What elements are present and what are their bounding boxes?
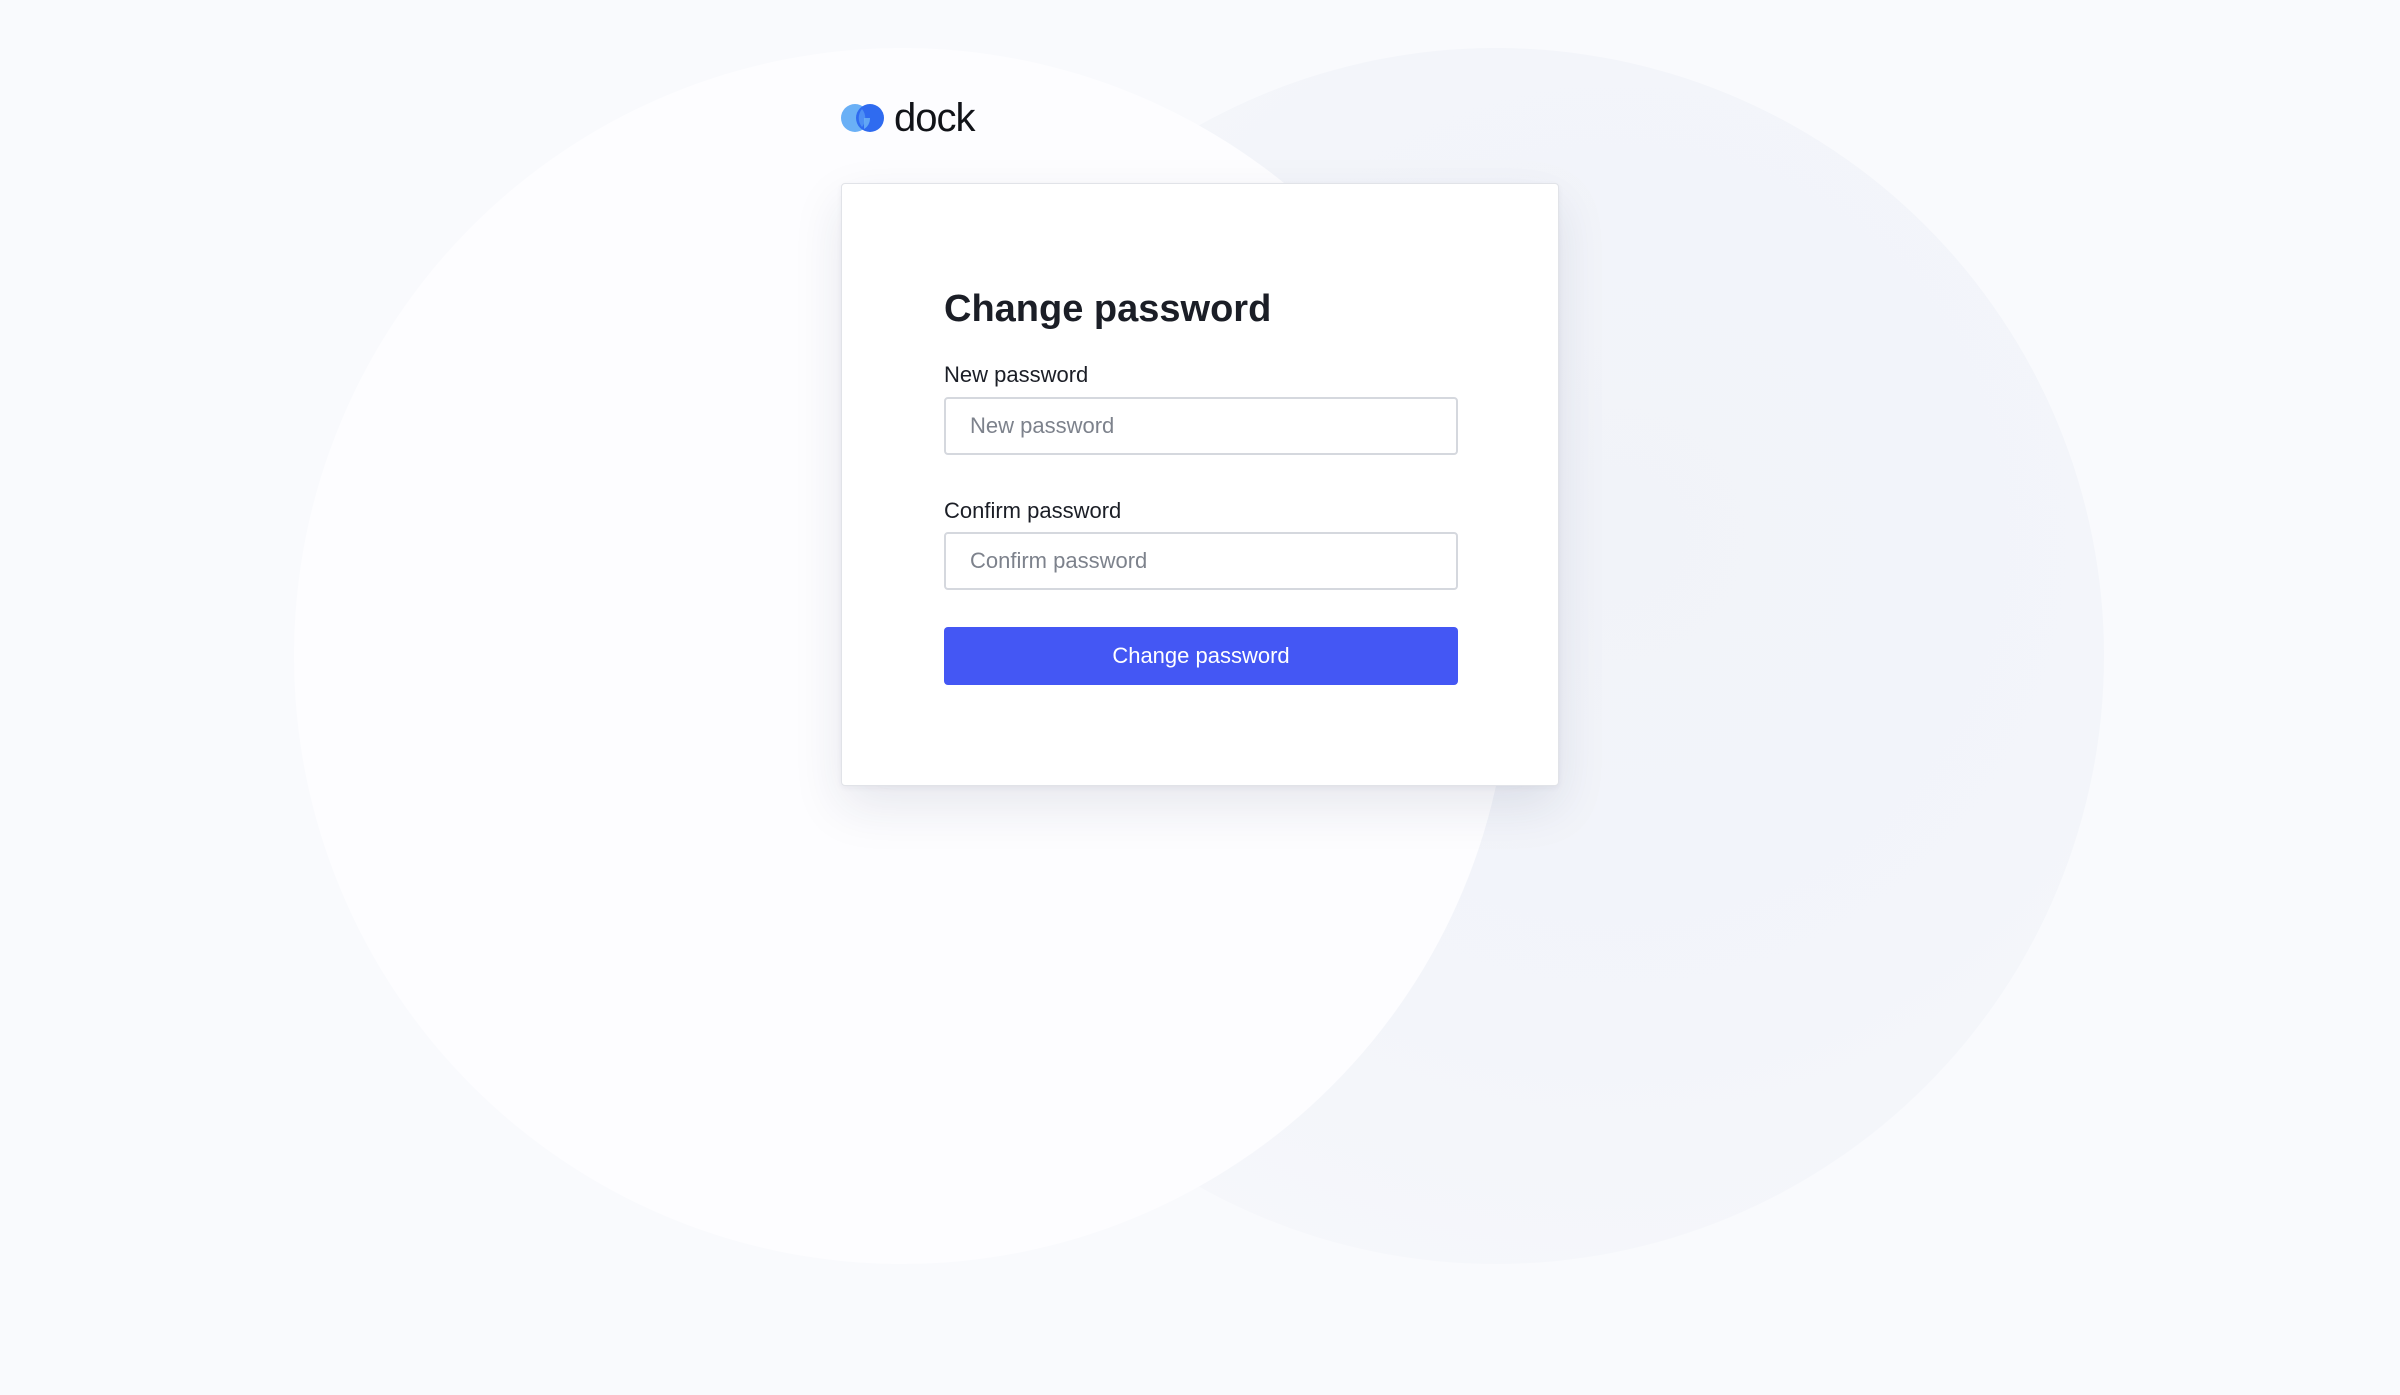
change-password-card: Change password New password Confirm pas… xyxy=(841,183,1559,786)
change-password-button[interactable]: Change password xyxy=(944,627,1458,685)
confirm-password-label: Confirm password xyxy=(944,498,1122,523)
page-background: dock Change password New password Confir… xyxy=(0,0,2400,1395)
page-title: Change password xyxy=(944,288,1272,330)
new-password-input[interactable] xyxy=(944,397,1458,455)
new-password-label: New password xyxy=(944,362,1089,387)
brand-name: dock xyxy=(894,96,975,140)
confirm-password-input[interactable] xyxy=(944,532,1458,590)
dock-logo-icon xyxy=(841,104,884,132)
brand-logo[interactable]: dock xyxy=(840,96,975,140)
